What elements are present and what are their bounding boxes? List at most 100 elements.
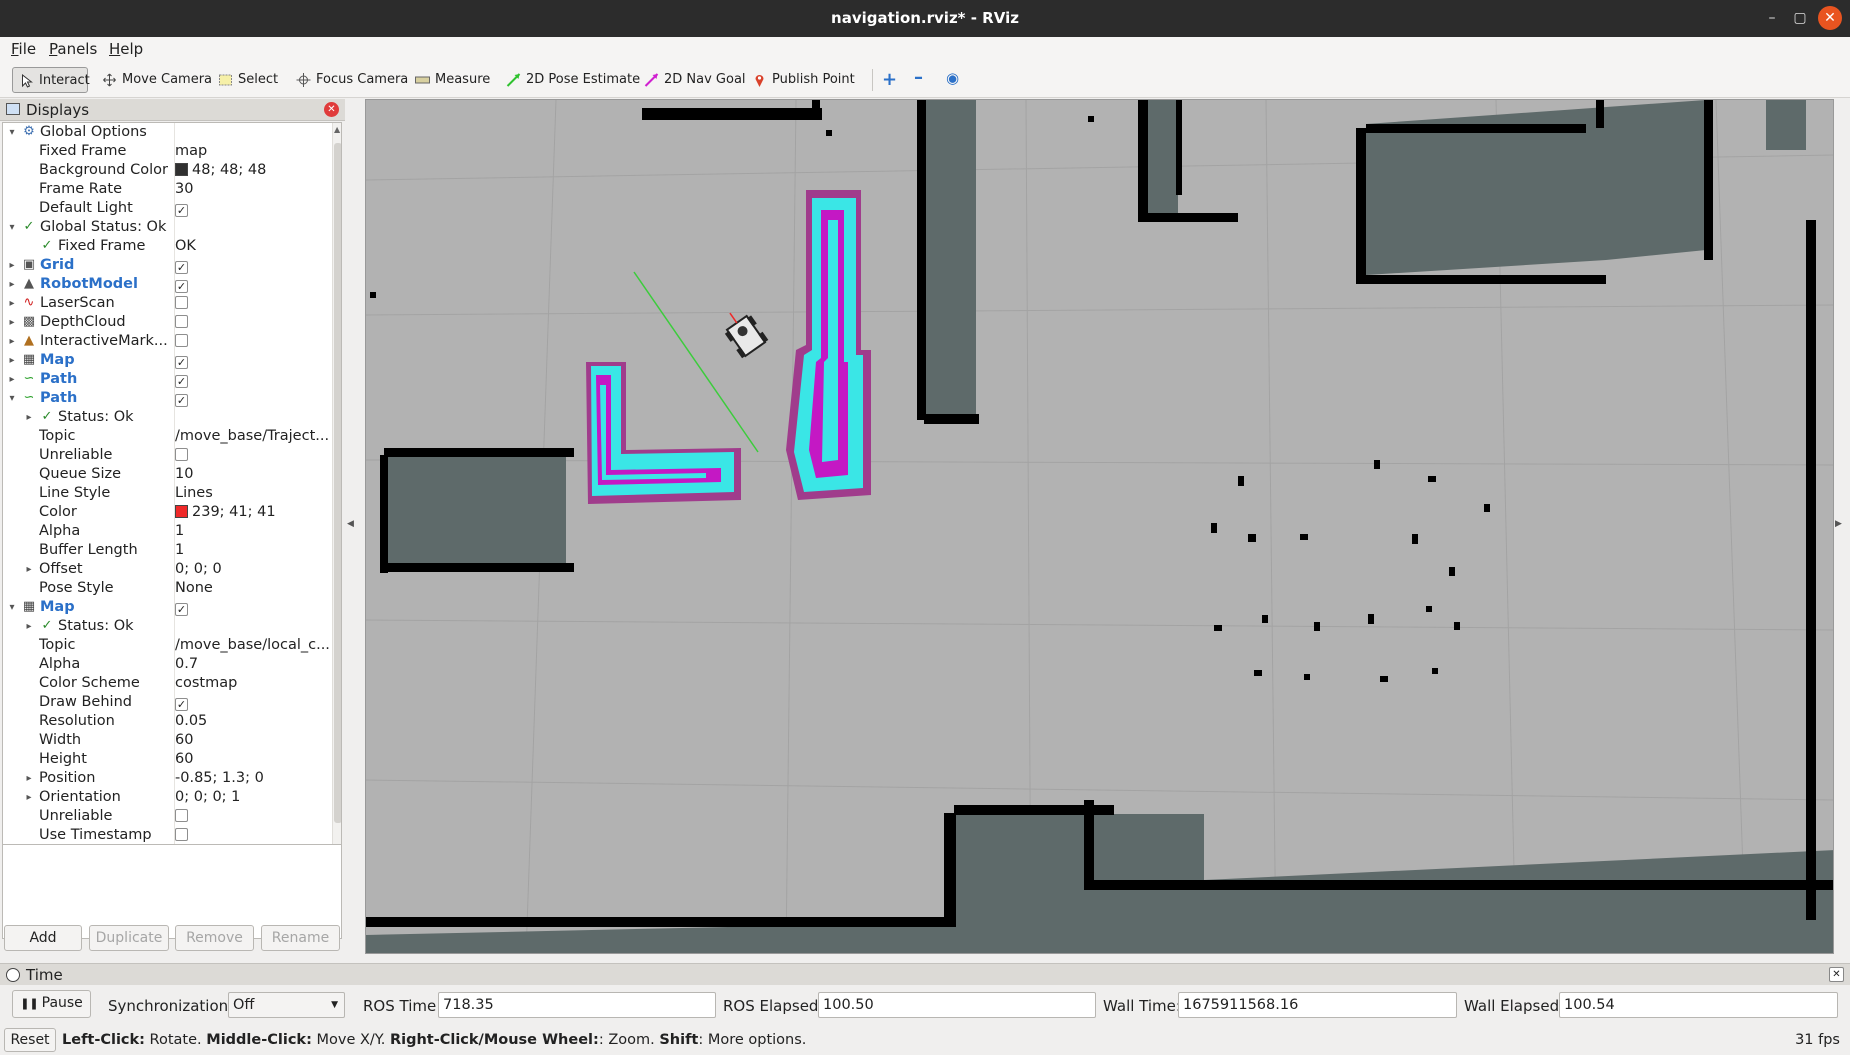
display-row-value[interactable]: ✓ — [175, 351, 330, 370]
display-row-value[interactable]: 60 — [175, 750, 330, 769]
display-row[interactable]: ▸ ∽ Path ✓ — [3, 370, 328, 389]
display-row-value[interactable]: None — [175, 579, 330, 598]
display-row[interactable]: ▾ ▦ Map ✓ — [3, 598, 328, 617]
close-time-panel-icon[interactable]: ✕ — [1829, 967, 1844, 982]
expand-right-icon[interactable]: ▸ — [24, 769, 34, 788]
checkbox-checked[interactable]: ✓ — [175, 204, 188, 217]
display-row[interactable]: ▾ ∽ Path ✓ — [3, 389, 328, 408]
display-row[interactable]: Resolution 0.05 — [3, 712, 328, 731]
display-row[interactable]: ▸ ✓ Status: Ok — [3, 408, 328, 427]
color-swatch[interactable] — [175, 505, 188, 518]
wall-time-field[interactable]: 1675911568.16 — [1178, 992, 1457, 1018]
display-row-value[interactable]: 0.05 — [175, 712, 330, 731]
display-row-value[interactable] — [175, 294, 330, 313]
expand-right-icon[interactable]: ▸ — [7, 332, 17, 351]
display-row[interactable]: Line Style Lines — [3, 484, 328, 503]
checkbox-checked[interactable]: ✓ — [175, 698, 188, 711]
display-row[interactable]: ▸ ▦ Map ✓ — [3, 351, 328, 370]
display-row-value[interactable]: costmap — [175, 674, 330, 693]
display-row-value[interactable] — [175, 807, 330, 826]
expand-right-icon[interactable]: ▸ — [7, 256, 17, 275]
close-panel-icon[interactable]: ✕ — [324, 102, 339, 117]
display-row-value[interactable]: 30 — [175, 180, 330, 199]
checkbox-unchecked[interactable] — [175, 334, 188, 347]
display-row[interactable]: Default Light ✓ — [3, 199, 328, 218]
tool-interact[interactable]: Interact — [12, 67, 90, 93]
expand-right-icon[interactable]: ▸ — [24, 788, 34, 807]
expand-down-icon[interactable]: ▾ — [7, 389, 17, 408]
display-row-value[interactable]: 1 — [175, 541, 330, 560]
display-row-value[interactable]: 239; 41; 41 — [175, 503, 330, 522]
tool-focus-camera[interactable]: Focus Camera — [290, 67, 408, 93]
display-row[interactable]: ▸ ▣ Grid ✓ — [3, 256, 328, 275]
checkbox-checked[interactable]: ✓ — [175, 375, 188, 388]
maximize-icon[interactable]: ▢ — [1788, 6, 1812, 30]
display-row-value[interactable] — [175, 332, 330, 351]
display-row[interactable]: Draw Behind ✓ — [3, 693, 328, 712]
display-row[interactable]: ▸ Offset 0; 0; 0 — [3, 560, 328, 579]
display-row-value[interactable]: ✓ — [175, 389, 330, 408]
expand-right-icon[interactable]: ▸ — [7, 313, 17, 332]
display-row-value[interactable]: OK — [175, 237, 330, 256]
display-row-value[interactable]: 0; 0; 0 — [175, 560, 330, 579]
checkbox-checked[interactable]: ✓ — [175, 280, 188, 293]
display-row[interactable]: Alpha 1 — [3, 522, 328, 541]
remove-tool-icon[interactable]: – — [914, 67, 923, 88]
reset-button[interactable]: Reset — [4, 1028, 56, 1052]
checkbox-unchecked[interactable] — [175, 296, 188, 309]
display-row[interactable]: ▸ ▲ RobotModel ✓ — [3, 275, 328, 294]
display-row[interactable]: Color 239; 41; 41 — [3, 503, 328, 522]
ros-elapsed-field[interactable]: 100.50 — [818, 992, 1096, 1018]
eye-icon[interactable]: ◉ — [946, 69, 959, 87]
display-row-value[interactable]: 1 — [175, 522, 330, 541]
tool-move-camera[interactable]: Move Camera — [96, 67, 212, 93]
expand-down-icon[interactable]: ▾ — [7, 218, 17, 237]
checkbox-checked[interactable]: ✓ — [175, 603, 188, 616]
display-row[interactable]: ▸ ▲ InteractiveMark... — [3, 332, 328, 351]
tool-select[interactable]: Select — [212, 67, 278, 93]
scroll-up-icon[interactable]: ▲ — [334, 125, 340, 134]
display-row[interactable]: Height 60 — [3, 750, 328, 769]
tool-2d-nav-goal[interactable]: 2D Nav Goal — [638, 67, 746, 93]
checkbox-checked[interactable]: ✓ — [175, 261, 188, 274]
display-row[interactable]: Topic/move_base/local_c... — [3, 636, 330, 655]
menu-file[interactable]: File — [11, 40, 36, 58]
display-row-value[interactable]: 0; 0; 0; 1 — [175, 788, 330, 807]
display-row-value[interactable]: ✓ — [175, 598, 330, 617]
duplicate-button[interactable]: Duplicate — [89, 925, 169, 951]
tool-measure[interactable]: Measure — [409, 67, 490, 93]
display-row[interactable]: Frame Rate 30 — [3, 180, 328, 199]
checkbox-unchecked[interactable] — [175, 448, 188, 461]
display-row-value[interactable] — [175, 313, 330, 332]
display-row[interactable]: ▸ ✓ Status: Ok — [3, 617, 328, 636]
display-row[interactable]: Background Color 48; 48; 48 — [3, 161, 328, 180]
menu-help[interactable]: Help — [109, 40, 143, 58]
rename-button[interactable]: Rename — [261, 925, 340, 951]
expand-right-icon[interactable]: ▸ — [7, 294, 17, 313]
expand-right-icon[interactable]: ▸ — [7, 370, 17, 389]
display-row[interactable]: Alpha 0.7 — [3, 655, 328, 674]
display-row-value[interactable]: ✓ — [175, 693, 330, 712]
checkbox-unchecked[interactable] — [175, 315, 188, 328]
display-row[interactable]: Pose Style None — [3, 579, 328, 598]
display-row-value[interactable]: map — [175, 142, 330, 161]
display-row[interactable]: ▸ ∿ LaserScan — [3, 294, 328, 313]
display-row-value[interactable]: Lines — [175, 484, 330, 503]
display-row[interactable]: ✓ Fixed Frame OK — [3, 237, 328, 256]
expand-right-icon[interactable]: ▸ — [7, 275, 17, 294]
map-canvas[interactable] — [366, 100, 1834, 954]
scrollbar-thumb[interactable] — [334, 143, 341, 823]
display-row[interactable]: ▾ ✓ Global Status: Ok — [3, 218, 328, 237]
expand-right-icon[interactable]: ▸ — [7, 351, 17, 370]
displays-scrollbar[interactable]: ▲ ▼ — [332, 123, 341, 938]
display-row-value[interactable] — [175, 446, 330, 465]
pause-button[interactable]: ❚❚ Pause — [12, 990, 91, 1018]
remove-button[interactable]: Remove — [175, 925, 254, 951]
display-row-value[interactable]: -0.85; 1.3; 0 — [175, 769, 330, 788]
display-row[interactable]: Use Timestamp — [3, 826, 328, 845]
menu-panels[interactable]: Panels — [49, 40, 97, 58]
display-row-value[interactable]: 10 — [175, 465, 330, 484]
add-button[interactable]: Add — [4, 925, 82, 951]
checkbox-checked[interactable]: ✓ — [175, 356, 188, 369]
display-row[interactable]: Buffer Length 1 — [3, 541, 328, 560]
